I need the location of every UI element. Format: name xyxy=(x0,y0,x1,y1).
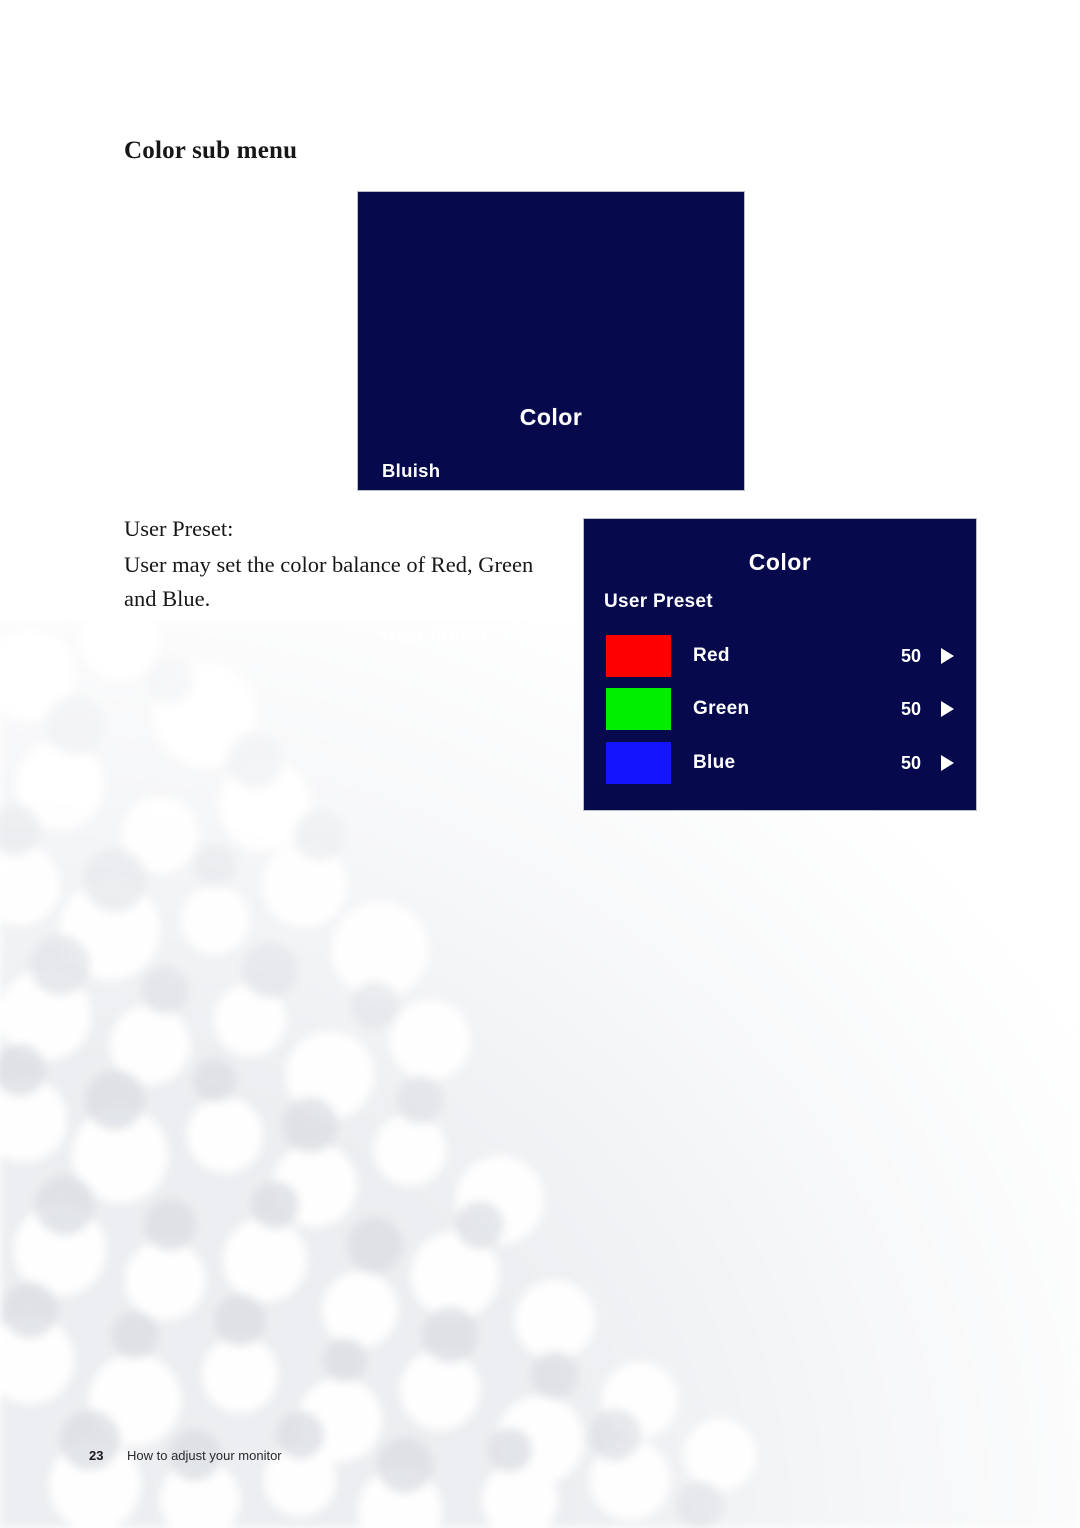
channel-label: Red xyxy=(693,645,730,666)
osd-user-preset-title: Color xyxy=(748,549,812,575)
user-preset-description-text: User may set the color balance of Red, G… xyxy=(124,552,534,611)
osd-user-preset-subtitle: User Preset xyxy=(604,591,713,612)
page-content: Color sub menu Color Bluish Reddish Norm… xyxy=(0,0,1080,1528)
user-preset-lead-text: User Preset: xyxy=(124,516,234,541)
channel-value: 50 xyxy=(900,645,921,666)
channel-label: Blue xyxy=(693,752,736,773)
channel-row-green[interactable]: Green 50 xyxy=(606,687,954,731)
channel-value: 50 xyxy=(900,752,921,773)
channel-row-blue[interactable]: Blue 50 xyxy=(606,741,954,785)
channel-row-red[interactable]: Red 50 xyxy=(606,634,954,678)
red-color-swatch xyxy=(606,635,671,677)
menu-item-label: User Preset xyxy=(382,624,489,645)
page-title: Color sub menu xyxy=(124,136,298,164)
green-color-swatch xyxy=(606,688,671,730)
channel-label: Green xyxy=(693,698,750,719)
footer-page-number: 23 xyxy=(89,1448,104,1463)
page-footer: 23 How to adjust your monitor xyxy=(89,1448,282,1463)
osd-color-menu-panel: Color Bluish Reddish Normal User Preset xyxy=(358,192,744,645)
osd-user-preset-panel: Color User Preset Red 50 Green 50 Blue 5… xyxy=(584,519,976,810)
footer-section-title: How to adjust your monitor xyxy=(127,1448,282,1463)
menu-item-label: Reddish xyxy=(382,515,458,536)
channel-value: 50 xyxy=(900,698,921,719)
right-triangle-icon[interactable] xyxy=(941,648,954,664)
right-triangle-icon[interactable] xyxy=(941,701,954,717)
right-triangle-icon[interactable] xyxy=(941,755,954,771)
menu-item-label: Bluish xyxy=(382,460,441,481)
menu-item-bluish[interactable]: Bluish xyxy=(382,458,722,484)
osd-color-menu-title: Color xyxy=(519,404,583,430)
blue-color-swatch xyxy=(606,742,671,784)
